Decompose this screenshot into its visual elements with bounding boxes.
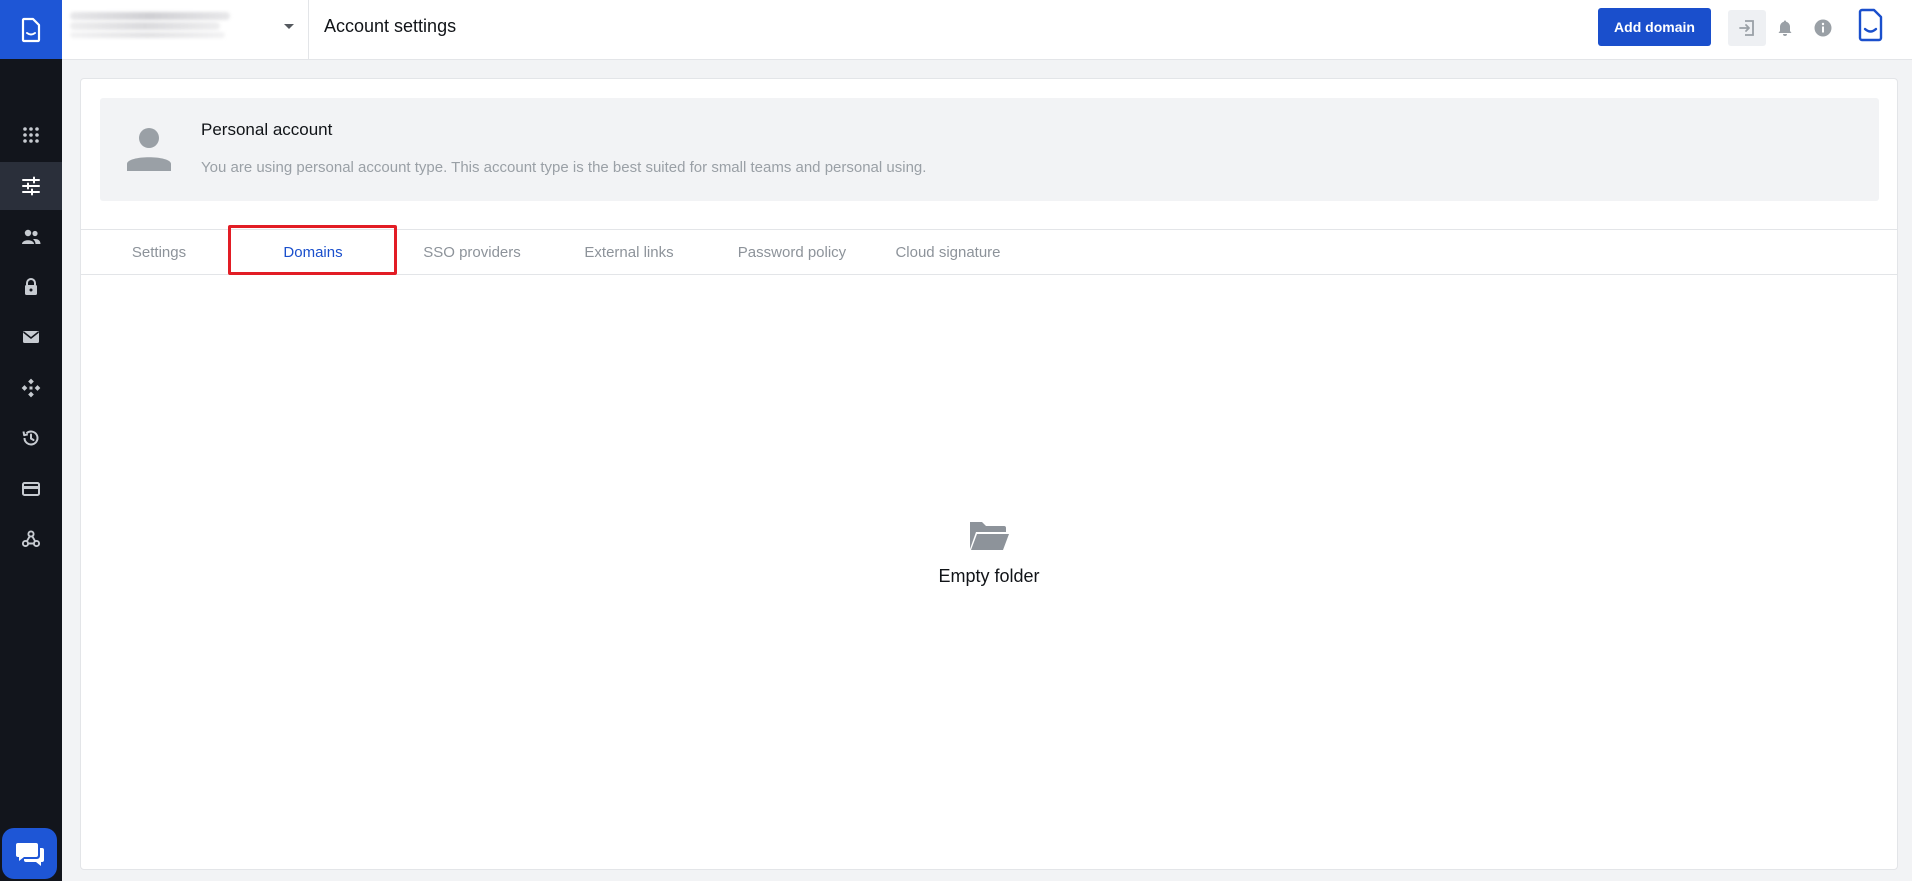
tab-settings[interactable]: Settings: [125, 230, 193, 274]
sign-in-icon: [1739, 20, 1754, 36]
webhook-icon: [21, 530, 41, 548]
bell-icon: [1778, 20, 1792, 36]
document-brand-icon: [1858, 8, 1883, 42]
credit-card-icon: [22, 482, 40, 496]
settings-tabs: Settings Domains SSO providers External …: [81, 225, 1897, 275]
document-logo-icon: [21, 17, 41, 42]
main-content: Personal account You are using personal …: [80, 78, 1898, 870]
banner-description: You are using personal account type. Thi…: [201, 159, 927, 176]
account-switcher[interactable]: [62, 0, 309, 60]
sign-in-button[interactable]: [1728, 10, 1766, 46]
tab-external-links[interactable]: External links: [572, 230, 686, 274]
sidebar-item-users[interactable]: [0, 213, 62, 261]
page-title: Account settings: [324, 16, 457, 36]
notifications-button[interactable]: [1766, 10, 1804, 46]
sidebar-item-security[interactable]: [0, 263, 62, 311]
integrations-icon: [21, 378, 41, 398]
add-domain-button[interactable]: Add domain: [1598, 8, 1711, 46]
users-icon: [22, 229, 41, 244]
top-bar: Account settings Add domain: [62, 0, 1912, 60]
blurred-account-name-line: [70, 22, 220, 30]
sidebar-item-billing[interactable]: [0, 465, 62, 513]
blurred-account-name: [70, 12, 230, 20]
mail-icon: [23, 331, 39, 343]
chevron-down-icon: [284, 24, 294, 29]
empty-state: Empty folder: [81, 519, 1897, 587]
info-icon: [1814, 19, 1832, 37]
sidebar-item-integrations[interactable]: [0, 364, 62, 412]
empty-state-label: Empty folder: [938, 566, 1040, 586]
sidebar-item-account-settings[interactable]: [0, 162, 62, 210]
apps-grid-icon: [23, 127, 39, 143]
sidebar-item-email[interactable]: [0, 313, 62, 361]
sidebar-item-webhooks[interactable]: [0, 515, 62, 563]
tab-sso-providers[interactable]: SSO providers: [416, 230, 528, 274]
sidebar: [0, 0, 62, 881]
sliders-settings-icon: [22, 176, 40, 196]
tab-cloud-signature[interactable]: Cloud signature: [879, 230, 1017, 274]
blurred-account-name-line: [70, 32, 225, 38]
chat-icon: [15, 842, 44, 866]
history-icon: [22, 430, 39, 446]
sidebar-item-history[interactable]: [0, 414, 62, 462]
user-avatar-icon: [127, 128, 171, 171]
chat-button[interactable]: [2, 828, 57, 879]
app-logo[interactable]: [0, 0, 62, 59]
tab-password-policy[interactable]: Password policy: [721, 230, 863, 274]
lock-icon: [25, 278, 37, 295]
tab-domains[interactable]: Domains: [231, 230, 395, 274]
info-button[interactable]: [1804, 10, 1842, 46]
brand-button[interactable]: [1852, 7, 1890, 43]
banner-title: Personal account: [201, 120, 333, 139]
sidebar-item-dashboard[interactable]: [0, 111, 62, 159]
open-folder-icon: [970, 522, 1009, 550]
account-type-banner: Personal account You are using personal …: [100, 98, 1879, 201]
